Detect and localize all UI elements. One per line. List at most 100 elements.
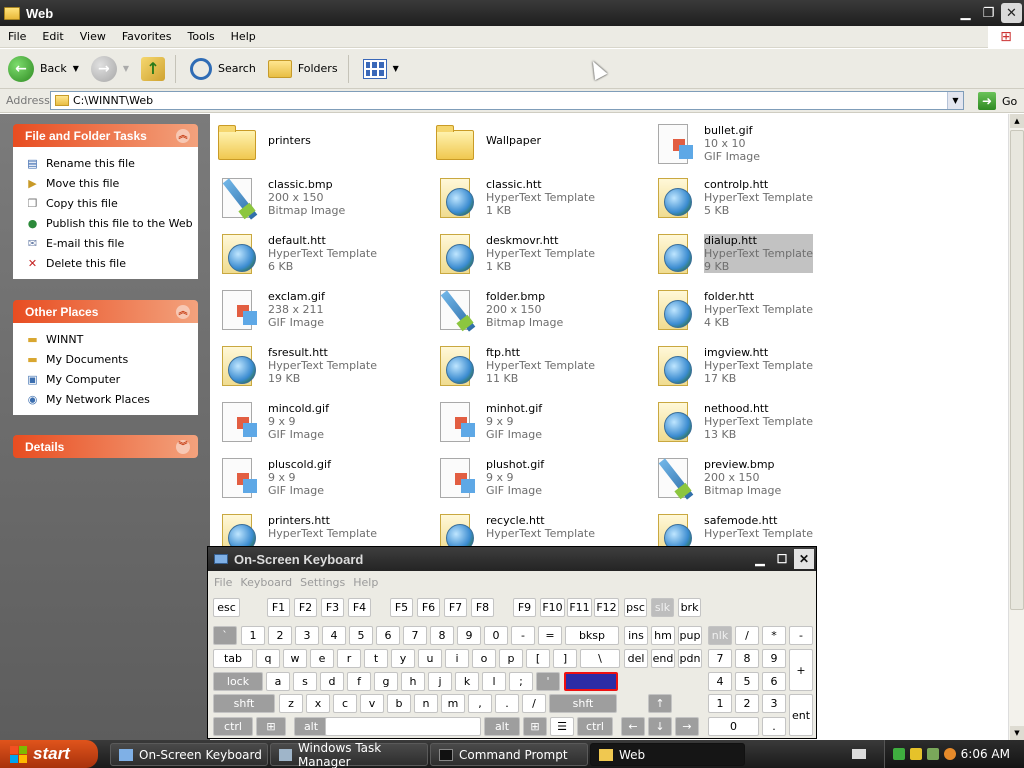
osk-key[interactable]: 2 <box>268 626 292 645</box>
file-item[interactable]: preview.bmp 200 x 150 Bitmap Image <box>650 454 860 502</box>
osk-key[interactable]: m <box>441 694 465 713</box>
chevron-down-icon[interactable]: ▼ <box>123 64 129 73</box>
osk-key[interactable]: s <box>293 672 317 691</box>
file-item[interactable]: folder.htt HyperText Template 4 KB <box>650 286 860 334</box>
space-bar[interactable] <box>325 717 481 736</box>
osk-key[interactable]: tab <box>213 649 253 668</box>
osk-key[interactable]: F6 <box>417 598 440 617</box>
task-email[interactable]: ✉ E-mail this file <box>25 233 198 253</box>
osk-key[interactable]: / <box>735 626 759 645</box>
osk-minimize-button[interactable]: ▁ <box>750 549 770 569</box>
osk-key[interactable]: ctrl <box>213 717 253 736</box>
panel-header[interactable]: Details ︾ <box>13 435 198 458</box>
osk-key[interactable]: nlk <box>708 626 732 645</box>
address-dropdown-button[interactable]: ▼ <box>947 92 963 109</box>
osk-key[interactable]: / <box>522 694 546 713</box>
address-input[interactable]: C:\WINNT\Web ▼ <box>50 91 964 110</box>
task-move[interactable]: ▶ Move this file <box>25 173 198 193</box>
osk-key[interactable]: ent <box>564 672 618 691</box>
osk-key[interactable]: = <box>538 626 562 645</box>
osk-key[interactable]: shft <box>213 694 275 713</box>
start-button[interactable]: start <box>0 740 98 768</box>
search-button[interactable]: Search <box>186 53 260 85</box>
tools-tray-icon[interactable] <box>926 748 939 760</box>
forward-button[interactable]: → ▼ <box>87 53 133 85</box>
windows-key-icon[interactable]: ⊞ <box>256 717 286 736</box>
osk-key[interactable]: ' <box>536 672 560 691</box>
menu-file[interactable]: File <box>0 30 34 43</box>
osk-key[interactable]: del <box>624 649 648 668</box>
osk-key[interactable]: 6 <box>762 672 786 691</box>
task-copy[interactable]: ❐ Copy this file <box>25 193 198 213</box>
file-item[interactable]: nethood.htt HyperText Template 13 KB <box>650 398 860 446</box>
back-button[interactable]: ← Back ▼ <box>4 53 83 85</box>
osk-key[interactable]: F7 <box>444 598 467 617</box>
osk-key[interactable]: n <box>414 694 438 713</box>
osk-key[interactable]: . <box>495 694 519 713</box>
scroll-down-button[interactable]: ▼ <box>1010 726 1024 740</box>
osk-key[interactable]: o <box>472 649 496 668</box>
panel-header[interactable]: File and Folder Tasks ︽ <box>13 124 198 147</box>
expand-icon[interactable]: ︾ <box>176 439 190 454</box>
osk-key[interactable]: 4 <box>708 672 732 691</box>
file-item[interactable]: classic.htt HyperText Template 1 KB <box>432 174 642 222</box>
task-windows-task-manager[interactable]: Windows Task Manager <box>270 741 428 768</box>
osk-key[interactable]: 0 <box>708 717 759 736</box>
osk-key[interactable]: F3 <box>321 598 344 617</box>
osk-key[interactable]: lock <box>213 672 263 691</box>
osk-key[interactable]: + <box>789 649 813 691</box>
osk-key[interactable]: g <box>374 672 398 691</box>
osk-key[interactable]: d <box>320 672 344 691</box>
up-arrow-key[interactable]: ↑ <box>648 694 672 713</box>
osk-titlebar[interactable]: On-Screen Keyboard ▁ ☐ ✕ <box>208 547 816 571</box>
file-item[interactable]: ftp.htt HyperText Template 11 KB <box>432 342 642 390</box>
file-item[interactable]: classic.bmp 200 x 150 Bitmap Image <box>214 174 424 222</box>
network-tray-icon[interactable] <box>892 748 905 760</box>
osk-key[interactable]: t <box>364 649 388 668</box>
osk-key[interactable]: q <box>256 649 280 668</box>
osk-key[interactable]: z <box>279 694 303 713</box>
osk-key[interactable]: F5 <box>390 598 413 617</box>
osk-key[interactable]: 5 <box>349 626 373 645</box>
osk-key[interactable]: k <box>455 672 479 691</box>
file-item[interactable]: plushot.gif 9 x 9 GIF Image <box>432 454 642 502</box>
osk-key[interactable]: alt <box>484 717 520 736</box>
osk-key[interactable]: 1 <box>708 694 732 713</box>
osk-close-button[interactable]: ✕ <box>794 549 814 569</box>
osk-key[interactable]: j <box>428 672 452 691</box>
clock[interactable]: 6:06 AM <box>961 747 1010 761</box>
scroll-thumb[interactable] <box>1010 130 1024 610</box>
osk-key[interactable]: ctrl <box>577 717 613 736</box>
task-web[interactable]: Web <box>590 743 745 766</box>
osk-key[interactable]: , <box>468 694 492 713</box>
collapse-icon[interactable]: ︽ <box>176 128 190 143</box>
osk-key[interactable]: F12 <box>594 598 619 617</box>
osk-key[interactable]: hm <box>651 626 675 645</box>
osk-key[interactable]: ] <box>553 649 577 668</box>
osk-key[interactable]: pup <box>678 626 702 645</box>
osk-key[interactable]: 8 <box>735 649 759 668</box>
osk-key[interactable]: 2 <box>735 694 759 713</box>
osk-key[interactable]: F8 <box>471 598 494 617</box>
osk-key[interactable]: ins <box>624 626 648 645</box>
place-winnt[interactable]: ▬ WINNT <box>25 329 198 349</box>
file-item[interactable]: controlp.htt HyperText Template 5 KB <box>650 174 860 222</box>
down-arrow-key[interactable]: ↓ <box>648 717 672 736</box>
scroll-up-button[interactable]: ▲ <box>1010 114 1024 128</box>
osk-key[interactable]: 0 <box>484 626 508 645</box>
file-item[interactable]: imgview.htt HyperText Template 17 KB <box>650 342 860 390</box>
osk-key[interactable]: 9 <box>762 649 786 668</box>
file-item[interactable]: minhot.gif 9 x 9 GIF Image <box>432 398 642 446</box>
osk-key[interactable]: ent <box>789 694 813 736</box>
osk-key[interactable]: r <box>337 649 361 668</box>
osk-key[interactable]: e <box>310 649 334 668</box>
osk-key[interactable]: p <box>499 649 523 668</box>
osk-key[interactable]: \ <box>580 649 620 668</box>
menu-view[interactable]: View <box>72 30 114 43</box>
osk-key[interactable]: [ <box>526 649 550 668</box>
osk-key[interactable]: pdn <box>678 649 702 668</box>
right-arrow-key[interactable]: → <box>675 717 699 736</box>
menu-edit[interactable]: Edit <box>34 30 71 43</box>
restore-button[interactable]: ❐ <box>978 3 999 23</box>
file-item[interactable]: folder.bmp 200 x 150 Bitmap Image <box>432 286 642 334</box>
